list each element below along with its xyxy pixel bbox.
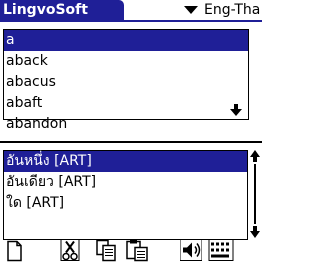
new-document-icon[interactable] [6, 237, 24, 262]
dictionary-screen: LingvoSoft Eng-Tha a aback abacus abaft … [0, 0, 262, 262]
word-list-item[interactable]: aback [4, 51, 248, 72]
translation-scrollbar[interactable] [250, 150, 260, 238]
language-pair-label: Eng-Tha [204, 2, 261, 18]
dropdown-arrow-icon [184, 6, 198, 14]
app-title: LingvoSoft [0, 0, 124, 21]
language-pair-selector[interactable]: Eng-Tha [184, 1, 262, 19]
translation-item[interactable]: อันเดียว [ART] [4, 172, 247, 193]
scroll-track[interactable] [254, 164, 256, 224]
title-bar: LingvoSoft Eng-Tha [0, 0, 262, 22]
word-list-item-selected[interactable]: a [4, 30, 248, 51]
translation-item-selected[interactable]: อันหนึ่ง [ART] [4, 151, 247, 172]
word-list-item[interactable]: abacus [4, 72, 248, 93]
keyboard-icon[interactable] [208, 237, 234, 262]
word-list-item[interactable]: abandon [4, 114, 248, 135]
scroll-up-icon[interactable] [250, 150, 260, 162]
toolbar [0, 237, 262, 262]
copy-icon[interactable] [95, 237, 117, 262]
title-underline [0, 20, 262, 22]
translation-item[interactable]: ใด [ART] [4, 193, 247, 214]
word-list[interactable]: a aback abacus abaft abandon [3, 29, 249, 132]
translation-list[interactable]: อันหนึ่ง [ART] อันเดียว [ART] ใด [ART] [3, 150, 248, 240]
scroll-down-icon[interactable] [230, 104, 242, 116]
speaker-icon[interactable] [180, 237, 202, 262]
pane-divider[interactable] [0, 141, 262, 143]
word-list-item[interactable]: abaft [4, 93, 248, 114]
cut-icon[interactable] [60, 237, 80, 262]
paste-icon[interactable] [126, 237, 148, 262]
